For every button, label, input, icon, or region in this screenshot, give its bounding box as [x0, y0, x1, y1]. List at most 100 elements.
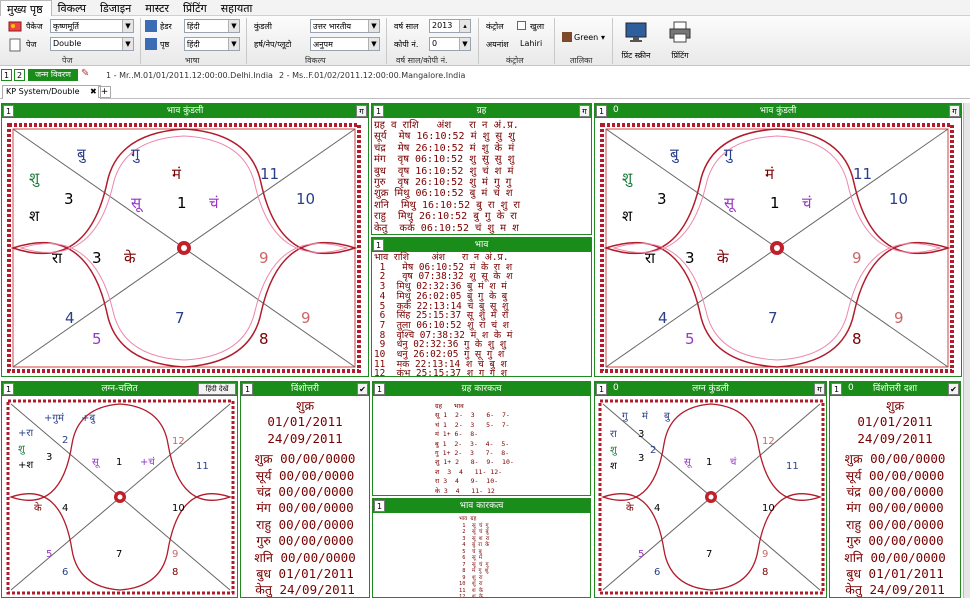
panel-number-secondary: 0 — [848, 383, 854, 393]
panel-number[interactable]: 1 — [374, 500, 385, 512]
dasha-row[interactable]: शुक्र 00/00/0000 — [830, 451, 960, 467]
copy-label: कोपी नं. — [394, 40, 419, 49]
chart-label: 10 — [762, 503, 775, 514]
checkmark-icon[interactable]: ✔ — [357, 383, 368, 395]
dasha-row[interactable]: शनि 00/00/0000 — [830, 550, 960, 566]
kundli-chart: +गुमं +बु +रा 2 शु 3 +श सू 1 +चं 12 11 के 4 10 5 7 9 6 8 — [6, 399, 235, 595]
year-stepper[interactable]: 2013 ▴ — [429, 19, 471, 33]
chart-label: के — [34, 502, 42, 514]
kundli-select[interactable]: उत्तर भारतीय ▼ — [310, 19, 380, 33]
add-tab-button[interactable]: + — [98, 86, 111, 98]
document-tab-strip: KP System/Double ✖ + — [0, 84, 970, 99]
panel-number[interactable]: 1 — [596, 105, 607, 117]
chart-label: 10 — [172, 503, 185, 514]
chart-label: शु — [29, 169, 40, 188]
dasha-row[interactable]: चंद्र 00/00/0000 — [241, 484, 369, 500]
person-2-button[interactable]: 2 — [14, 69, 25, 81]
dasha-row[interactable]: गुरु 00/00/0000 — [830, 533, 960, 549]
dasha-row[interactable]: सूर्य 00/00/0000 — [241, 468, 369, 484]
panel-number[interactable]: 1 — [374, 383, 385, 395]
chart-label: +श — [18, 460, 33, 471]
dasha-row[interactable]: मंग 00/00/0000 — [830, 500, 960, 516]
checkmark-icon[interactable]: ✔ — [948, 383, 959, 395]
print-screen-label: प्रिंट स्क्रीन — [621, 51, 651, 60]
panel-number[interactable]: 1 — [3, 383, 14, 395]
chevron-down-icon[interactable]: ▾ — [601, 33, 605, 42]
chart-label: 11 — [196, 461, 209, 472]
dasha-row[interactable]: राहु 00/00/0000 — [830, 517, 960, 533]
chart-label: 8 — [172, 567, 178, 578]
menu-master[interactable]: मास्टर — [139, 0, 177, 16]
panel-title: ग्रह — [476, 106, 487, 116]
chart-label: 10 — [296, 190, 315, 208]
print-screen-button[interactable]: प्रिंट स्क्रीन — [616, 18, 656, 62]
control-label: कंट्रोल — [486, 22, 504, 31]
person-1-info[interactable]: 1 - Mr..M.01/01/2011.12:00:00.Delhi.Indi… — [106, 71, 273, 80]
ayanamsha-value[interactable]: Lahiri — [520, 39, 542, 48]
dasha-row[interactable]: शुक्र 00/00/0000 — [241, 451, 369, 467]
panel-menu-button[interactable]: ग — [949, 105, 960, 117]
panel-number-secondary: 0 — [613, 105, 619, 115]
group-year-label: वर्ष साल/कोपी नं. — [396, 56, 448, 65]
panel-number[interactable]: 1 — [596, 383, 607, 395]
menu-options[interactable]: विकल्प — [52, 0, 94, 16]
graha-karakatva-panel: ग्रह कारकत्व 1 ग्रह भाव सू 1 2- 3 6- 7- … — [372, 381, 591, 496]
panel-menu-button[interactable]: ग — [814, 383, 825, 395]
panel-number[interactable]: 1 — [373, 239, 384, 251]
panel-number[interactable]: 1 — [242, 383, 253, 395]
panel-number-secondary: 0 — [613, 383, 619, 393]
dasha-end: 24/09/2011 — [267, 430, 343, 446]
color-value[interactable]: Green — [574, 33, 598, 42]
panel-header: भाव कारकत्व — [373, 499, 590, 513]
menu-help[interactable]: सहायता — [215, 0, 261, 16]
printing-button[interactable]: प्रिंटिंग — [660, 18, 700, 62]
package-select[interactable]: कृष्णमूर्ति ▼ — [50, 19, 134, 33]
panel-menu-button[interactable]: ग — [579, 105, 590, 117]
dasha-row[interactable]: चंद्र 00/00/0000 — [830, 484, 960, 500]
close-icon[interactable]: ✖ — [90, 87, 97, 96]
panel-number[interactable]: 1 — [831, 383, 842, 395]
bhava-kundli-panel-left: भाव कुंडली 1 ग बु गु मं सू 1 चं 11 10 शु 3 श रा 3 के 9… — [1, 103, 369, 377]
group-control-label: कंट्रोल — [506, 56, 524, 65]
chart-label: गु — [131, 145, 140, 164]
panel-number[interactable]: 1 — [373, 105, 384, 117]
bhava-table: भाव राशि अंश रा न अं.प्र. 1 मेष 06:10:52… — [374, 252, 513, 377]
dasha-row[interactable]: केतु 24/09/2011 — [241, 582, 369, 597]
chart-label: सू — [684, 457, 693, 468]
panel-menu-button[interactable]: ग — [356, 105, 367, 117]
edit-icon[interactable]: ✎ — [81, 68, 89, 79]
panel-number[interactable]: 1 — [3, 105, 14, 117]
chart-label: +रा — [18, 428, 33, 439]
menu-bar: मुख्य पृष्ठ विकल्प डिजाइन मास्टर प्रिंटि… — [0, 0, 970, 16]
menu-home[interactable]: मुख्य पृष्ठ — [0, 0, 52, 16]
vertical-scrollbar[interactable] — [963, 103, 970, 598]
person-1-button[interactable]: 1 — [1, 69, 12, 81]
chart-label: सू — [92, 457, 101, 468]
birth-details-button[interactable]: जन्म विवरण — [28, 69, 78, 81]
menu-printing[interactable]: प्रिंटिंग — [177, 0, 215, 16]
chart-label: बु — [670, 145, 680, 164]
page-select[interactable]: Double ▼ — [50, 37, 134, 51]
page2-select[interactable]: हिंदी ▼ — [184, 37, 240, 51]
header-label: हेडर — [160, 22, 172, 31]
header-select[interactable]: हिंदी ▼ — [184, 19, 240, 33]
chart-label: रा — [645, 249, 656, 267]
horary-select[interactable]: अनुपम ▼ — [310, 37, 380, 51]
dasha-row[interactable]: केतु 24/09/2011 — [830, 582, 960, 597]
dasha-row[interactable]: सूर्य 00/00/0000 — [830, 468, 960, 484]
menu-design[interactable]: डिजाइन — [94, 0, 139, 16]
open-checkbox[interactable] — [517, 21, 526, 30]
dasha-row[interactable]: राहु 00/00/0000 — [241, 517, 369, 533]
dasha-row[interactable]: शनि 00/00/0000 — [241, 550, 369, 566]
person-2-info[interactable]: 2 - Ms..F.01/02/2011.12:00:00.Mangalore.… — [279, 71, 465, 80]
dasha-row[interactable]: गुरु 00/00/0000 — [241, 533, 369, 549]
dasha-row[interactable]: बुध 01/01/2011 — [241, 566, 369, 582]
chart-label: 5 — [46, 549, 52, 560]
divider — [140, 18, 141, 64]
view-hindi-button[interactable]: हिंदी देखें — [198, 383, 236, 395]
tab-kp-system[interactable]: KP System/Double ✖ — [2, 85, 101, 99]
copy-stepper[interactable]: 0 ▼ — [429, 37, 471, 51]
dasha-row[interactable]: बुध 01/01/2011 — [830, 566, 960, 582]
dasha-row[interactable]: मंग 00/00/0000 — [241, 500, 369, 516]
panel-header: ग्रह — [372, 104, 591, 118]
